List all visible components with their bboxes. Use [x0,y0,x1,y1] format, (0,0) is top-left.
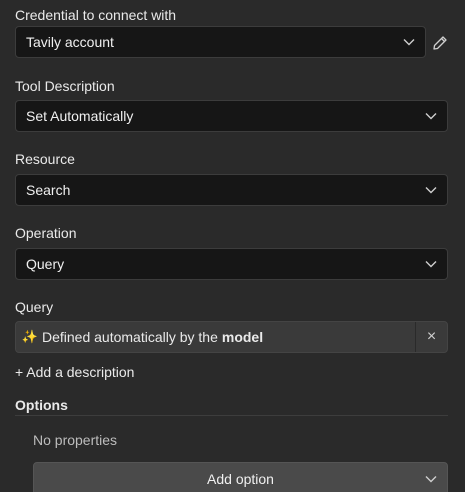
resource-value: Search [26,182,71,198]
sparkle-icon: ✨ [21,329,39,344]
query-auto-model: model [221,329,264,345]
operation-select[interactable]: Query [15,248,448,280]
chevron-down-icon [415,175,447,205]
no-properties-text: No properties [33,432,118,448]
node-parameters-panel: Credential to connect with Tavily accoun… [0,0,465,492]
chevron-down-icon [415,464,447,492]
options-divider [15,415,448,416]
resource-label: Resource [15,151,75,167]
tool-description-label: Tool Description [15,78,115,94]
operation-value: Query [26,256,65,272]
add-option-button[interactable]: Add option [33,462,448,492]
add-description-link[interactable]: + Add a description [15,364,134,380]
edit-credential-pencil-icon[interactable] [430,33,450,53]
query-label: Query [15,299,54,315]
clear-icon[interactable]: × [415,322,447,352]
credential-value: Tavily account [26,34,114,50]
query-auto-description: Defined automatically by the [42,329,218,345]
resource-select[interactable]: Search [15,174,448,206]
query-auto-text: ✨ Defined automatically by the model [16,329,415,345]
operation-label: Operation [15,225,77,241]
chevron-down-icon [415,101,447,131]
tool-description-value: Set Automatically [26,108,134,124]
credential-select[interactable]: Tavily account [15,26,426,58]
credential-label: Credential to connect with [15,7,177,23]
chevron-down-icon [415,249,447,279]
query-expression-field[interactable]: ✨ Defined automatically by the model × [15,321,448,353]
add-option-label: Add option [207,471,274,487]
tool-description-select[interactable]: Set Automatically [15,100,448,132]
chevron-down-icon [393,27,425,57]
options-label: Options [15,397,68,413]
